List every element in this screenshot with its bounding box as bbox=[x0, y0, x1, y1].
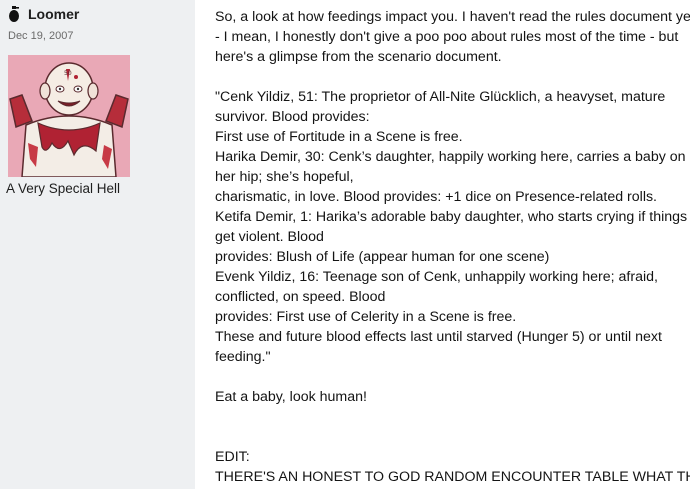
user-row: Loomer bbox=[8, 6, 79, 22]
post-line: First use of Fortitude in a Scene is fre… bbox=[215, 129, 463, 145]
post-line: here's a glimpse from the scenario docum… bbox=[215, 49, 502, 65]
post-line: These and future blood effects last unti… bbox=[215, 329, 662, 345]
post-line: her hip; she’s hopeful, bbox=[215, 169, 354, 185]
post-line: Harika Demir, 30: Cenk’s daughter, happi… bbox=[215, 149, 686, 165]
post-line: survivor. Blood provides: bbox=[215, 109, 370, 125]
user-title: A Very Special Hell bbox=[6, 181, 121, 196]
post-line: provides: Blush of Life (appear human fo… bbox=[215, 249, 550, 265]
post-line: Eat a baby, look human! bbox=[215, 389, 367, 405]
post-date[interactable]: Dec 19, 2007 bbox=[8, 30, 73, 42]
post-line: feeding." bbox=[215, 349, 271, 365]
post-line: conflicted, on speed. Blood bbox=[215, 289, 386, 305]
post-line: get violent. Blood bbox=[215, 229, 324, 245]
post-line: charismatic, in love. Blood provides: +1… bbox=[215, 189, 658, 205]
grenade-icon bbox=[9, 6, 19, 22]
username-link[interactable]: Loomer bbox=[28, 6, 79, 22]
post-line: EDIT: bbox=[215, 449, 250, 465]
post-line: THERE'S AN HONEST TO GOD RANDOM ENCOUNTE… bbox=[215, 469, 690, 485]
post-line: So, a look at how feedings impact you. I… bbox=[215, 9, 690, 25]
post-line: Ketifa Demir, 1: Harika’s adorable baby … bbox=[215, 209, 688, 225]
post-line: provides: First use of Celerity in a Sce… bbox=[215, 309, 517, 325]
user-sidebar: Loomer Dec 19, 2007 50 A Very Special He… bbox=[0, 0, 195, 489]
post-line: "Cenk Yildiz, 51: The proprietor of All-… bbox=[215, 89, 666, 105]
avatar-image: 50 bbox=[8, 55, 130, 177]
post-line: Evenk Yildiz, 16: Teenage son of Cenk, u… bbox=[215, 269, 658, 285]
post-line: - I mean, I honestly don't give a poo po… bbox=[215, 29, 679, 45]
svg-text:50: 50 bbox=[64, 70, 72, 77]
post-body: So, a look at how feedings impact you. I… bbox=[215, 7, 690, 487]
avatar[interactable]: 50 bbox=[8, 55, 130, 177]
